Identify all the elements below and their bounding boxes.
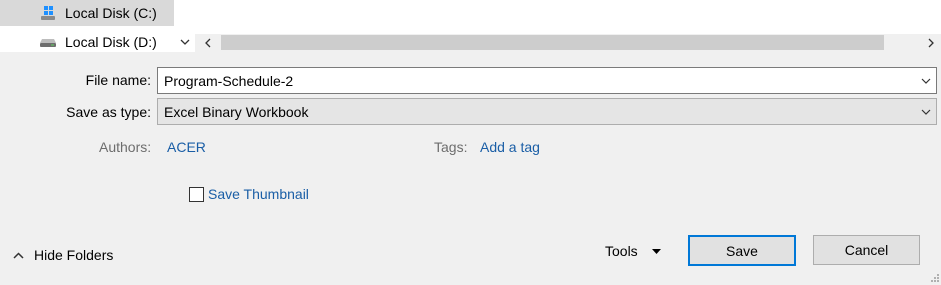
nav-item-label: Local Disk (D:)	[65, 34, 157, 50]
chevron-down-icon[interactable]	[916, 99, 936, 124]
scroll-left-icon[interactable]	[199, 34, 217, 52]
tools-menu-button[interactable]: Tools	[605, 243, 661, 259]
save-thumbnail-label[interactable]: Save Thumbnail	[208, 186, 309, 202]
add-tag-link[interactable]: Add a tag	[480, 139, 540, 155]
authors-label: Authors:	[99, 139, 152, 155]
dropdown-arrow-icon	[651, 248, 661, 254]
tags-label: Tags:	[434, 139, 468, 155]
cancel-button[interactable]: Cancel	[813, 235, 920, 265]
chevron-up-icon	[13, 251, 25, 259]
file-list-area	[195, 0, 941, 34]
file-name-input[interactable]	[164, 68, 916, 93]
file-name-field[interactable]	[157, 67, 937, 94]
chevron-down-icon[interactable]	[916, 68, 936, 93]
scroll-right-icon[interactable]	[922, 34, 940, 52]
save-as-type-label: Save as type:	[66, 104, 151, 120]
resize-grip-icon[interactable]	[929, 269, 939, 282]
nav-item-local-disk-d[interactable]: Local Disk (D:)	[0, 29, 174, 55]
drive-icon	[38, 35, 58, 49]
nav-item-label: Local Disk (C:)	[65, 5, 157, 21]
tools-label: Tools	[605, 243, 638, 259]
nav-item-local-disk-c[interactable]: Local Disk (C:)	[0, 0, 174, 26]
horizontal-scroll-thumb[interactable]	[221, 35, 884, 50]
save-button[interactable]: Save	[688, 235, 796, 266]
scroll-down-icon[interactable]	[174, 31, 195, 52]
hide-folders-label: Hide Folders	[34, 247, 114, 263]
save-as-type-select[interactable]: Excel Binary Workbook	[157, 98, 937, 125]
save-thumbnail-checkbox[interactable]	[189, 187, 204, 202]
authors-value[interactable]: ACER	[167, 139, 206, 155]
hide-folders-button[interactable]: Hide Folders	[13, 247, 113, 263]
save-as-type-value: Excel Binary Workbook	[164, 103, 309, 120]
windows-drive-icon	[38, 6, 58, 20]
file-name-label: File name:	[85, 72, 151, 88]
